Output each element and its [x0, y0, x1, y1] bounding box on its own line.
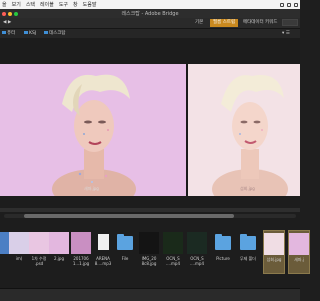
thumbnail-image [213, 232, 233, 254]
thumbnail-selected[interactable]: 새파.j [288, 230, 310, 274]
breadcrumb-item[interactable]: KSJ [24, 30, 36, 37]
thumbnail[interactable]: File [114, 232, 136, 261]
thumbnail-image [71, 232, 91, 254]
menu-item[interactable]: 을 [2, 1, 7, 8]
menu-item[interactable]: 레이블 [40, 1, 54, 8]
menu-item[interactable]: 도구 [59, 1, 68, 8]
thumbnail-label: 201706 1...1.jpg [72, 256, 90, 266]
window-title: 레스크탑 - Adobe Bridge [121, 11, 179, 17]
workspace-tab[interactable]: 기본 [195, 19, 203, 27]
thumbnail-image [9, 232, 29, 254]
thumbnail-image [49, 232, 69, 254]
thumbnail[interactable]: IMG_20 8c8.jpg [138, 232, 160, 266]
thumbnail-image [115, 232, 135, 254]
portrait-illustration [52, 74, 136, 196]
workspace-tab[interactable]: 메타데이터 [243, 19, 264, 27]
wifi-icon[interactable] [280, 2, 284, 7]
thumbnail-image [289, 233, 309, 255]
preview-image-left[interactable]: 새파.jpg [0, 64, 186, 196]
menu-item[interactable]: 보기 [12, 1, 21, 8]
thumbnail-image [238, 232, 258, 254]
thumbnail-label: IMG_20 8c8.jpg [141, 256, 157, 266]
folder-icon [44, 31, 48, 34]
preview-panel: 새파.jpg 섬회.jpg [0, 64, 300, 196]
preview-header [0, 38, 300, 64]
menu-bar: 을 보기 스택 레이블 도구 창 도움말 [0, 0, 300, 9]
search-input[interactable] [282, 19, 298, 26]
thumbnail-image [187, 232, 207, 254]
thumbnail[interactable]: Picture [212, 232, 234, 261]
computer-icon [2, 31, 6, 34]
filmstrip: im) 1차 수정 .psd 2.jpg 201706 1...1.jpg AR… [0, 196, 310, 288]
preview-image-right[interactable]: 섬회.jpg [188, 64, 300, 196]
thumbnail-image [163, 232, 183, 254]
thumbnail-label: Picture [216, 256, 230, 261]
thumbnail-label: ARENA 8....mp3 [94, 256, 112, 266]
workspace-tab[interactable]: 키워드 [265, 19, 277, 27]
status-bar [0, 288, 300, 301]
menu-item[interactable]: 창 [73, 1, 78, 8]
portrait-illustration [212, 74, 288, 196]
thumbnail[interactable]: 201706 1...1.jpg [70, 232, 92, 266]
breadcrumb-item[interactable]: 데스크탑 [44, 30, 66, 37]
thumbnail[interactable]: OCN_S ....mp4 [186, 232, 208, 266]
thumbnail-label: im) [15, 256, 23, 261]
thumbnail-label: 무제 폴더 [240, 256, 256, 261]
thumbnail-label: 1차 수정 .psd [31, 256, 47, 266]
thumbnail-label: 섬회.jpg [266, 257, 282, 262]
thumbnail[interactable]: im) [8, 232, 30, 261]
thumbnail-image [264, 233, 284, 255]
thumbnail[interactable]: 1차 수정 .psd [28, 232, 50, 266]
thumbnail-label: 2.jpg [53, 256, 64, 261]
thumbnail[interactable]: 2.jpg [48, 232, 70, 261]
thumbnail[interactable]: 무제 폴더 [237, 232, 259, 261]
thumbnail-image [29, 232, 49, 254]
scrollbar-thumb[interactable] [24, 214, 234, 218]
preview-caption: 섬회.jpg [240, 186, 255, 191]
workspace-tab-active[interactable]: 필름 스트립 [210, 19, 239, 27]
menu-extra-icon[interactable] [294, 2, 298, 7]
battery-icon[interactable] [287, 2, 291, 7]
thumbnail-label: File [121, 256, 129, 261]
breadcrumb-item[interactable]: 퓨터 [2, 30, 15, 37]
menu-item[interactable]: 도움말 [83, 1, 97, 8]
title-bar: 레스크탑 - Adobe Bridge [0, 9, 300, 18]
menubar-status-icons [280, 0, 298, 9]
thumbnail-label: OCN_S ....mp4 [165, 256, 181, 266]
folder-icon [240, 234, 256, 250]
thumbnail-image [93, 232, 113, 254]
thumbnail[interactable]: ARENA 8....mp3 [92, 232, 114, 266]
preview-caption: 새파.jpg [84, 186, 99, 191]
thumbnail-selected[interactable]: 섬회.jpg [263, 230, 285, 274]
thumbnail-image [139, 232, 159, 254]
music-file-icon [98, 234, 109, 250]
thumbnail-label: OCN_S ....mp4 [189, 256, 205, 266]
folder-icon [117, 234, 133, 250]
thumbnail[interactable]: OCN_S ....mp4 [162, 232, 184, 266]
filter-icon[interactable]: ▾ ☰ [282, 30, 290, 37]
folder-icon [24, 31, 28, 34]
panel-splitter[interactable] [0, 208, 300, 212]
folder-icon [215, 234, 231, 250]
toolbar: ◀ ▶ 기본 필름 스트립 메타데이터 키워드 [0, 18, 300, 29]
menu-item[interactable]: 스택 [26, 1, 35, 8]
back-button[interactable]: ◀ ▶ [3, 19, 11, 27]
thumbnail-label: 새파.j [294, 257, 304, 262]
